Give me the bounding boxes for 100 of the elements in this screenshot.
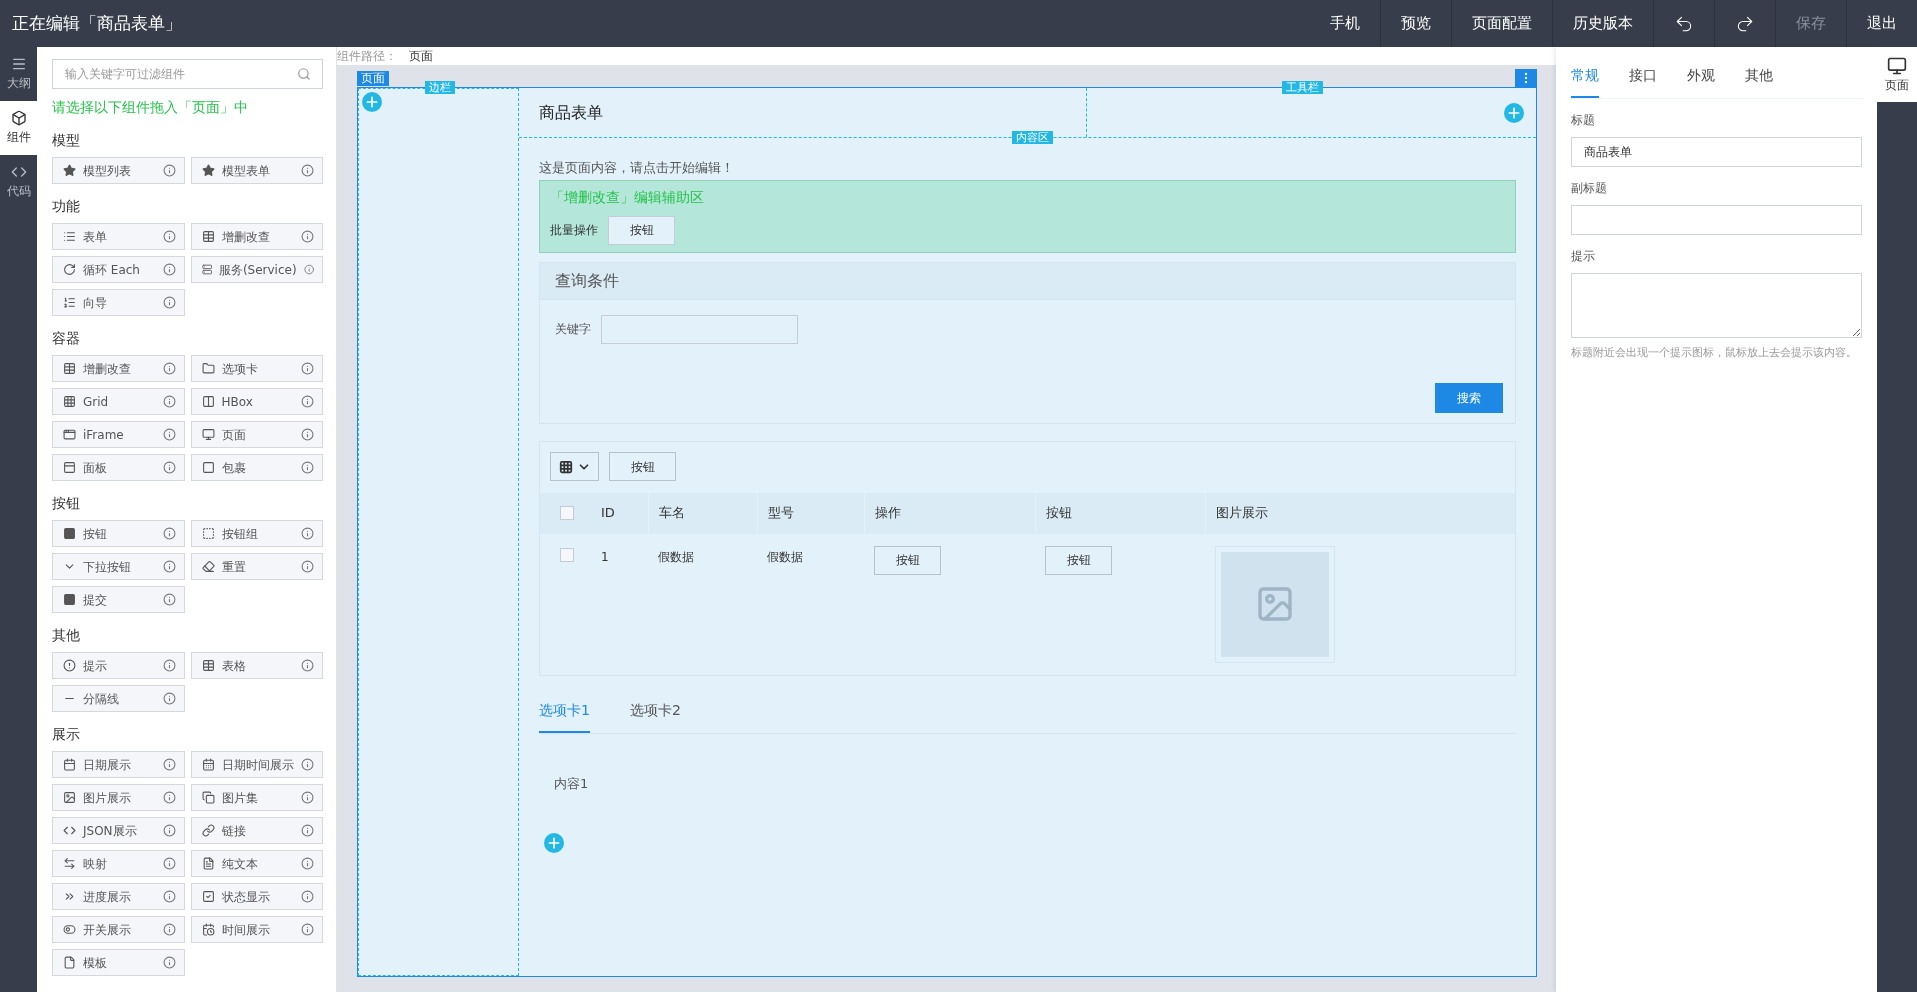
component-item[interactable]: 表单 [52, 223, 185, 250]
component-item[interactable]: 提交 [52, 586, 185, 613]
component-item[interactable]: 页面 [190, 421, 323, 448]
group-title: 模型 [52, 131, 81, 150]
component-item[interactable]: 下拉按钮 [52, 553, 185, 580]
settings-tab[interactable]: 接口 [1629, 65, 1657, 98]
search-button[interactable]: 搜索 [1435, 382, 1503, 413]
info-icon [301, 923, 314, 936]
component-item[interactable]: 分隔线 [52, 685, 185, 712]
table-cell: 假数据 [658, 549, 694, 564]
double-chevron-icon [63, 890, 76, 903]
cube-icon [10, 110, 27, 126]
component-item[interactable]: JSON展示 [52, 817, 185, 844]
component-item[interactable]: 选项卡 [190, 355, 323, 382]
info-icon [301, 758, 314, 771]
region-tag: 内容区 [1012, 131, 1053, 144]
component-item[interactable]: iFrame [52, 421, 185, 448]
component-item[interactable]: 时间展示 [190, 916, 323, 943]
info-icon [301, 395, 314, 408]
component-item[interactable]: HBox [190, 388, 323, 415]
component-item[interactable]: 按钮组 [190, 520, 323, 547]
info-icon [162, 428, 176, 441]
component-item[interactable]: 图片展示 [52, 784, 185, 811]
star-icon [201, 164, 215, 177]
toolbar-button[interactable]: 手机 [1310, 0, 1380, 47]
component-item[interactable]: 链接 [190, 817, 323, 844]
component-item[interactable]: 提示 [52, 652, 185, 679]
component-item[interactable]: 增删改查 [190, 223, 323, 250]
component-item[interactable]: 图片集 [190, 784, 323, 811]
tab[interactable]: 选项卡2 [629, 699, 681, 733]
text-area[interactable] [1571, 273, 1862, 338]
settings-tab[interactable]: 外观 [1687, 65, 1715, 98]
field-label: 关键字 [555, 321, 591, 338]
info-icon [162, 758, 176, 771]
info-icon [162, 296, 176, 309]
row-button[interactable]: 按钮 [1045, 545, 1112, 575]
group-title: 其他 [52, 626, 81, 645]
info-icon [162, 857, 176, 870]
component-item[interactable]: 日期展示 [52, 751, 185, 778]
text-field[interactable] [1571, 205, 1862, 235]
component-item[interactable]: Grid [52, 388, 185, 415]
group-title: 容器 [52, 329, 81, 348]
component-item[interactable]: 日期时间展示 [190, 751, 323, 778]
info-icon [162, 791, 176, 804]
column-toggle-button[interactable] [550, 452, 599, 481]
component-item[interactable]: 按钮 [52, 520, 185, 547]
table-icon [63, 362, 76, 375]
rail-tab[interactable]: 代码 [0, 155, 37, 209]
monitor-icon [201, 428, 215, 441]
image-icon [63, 791, 76, 804]
checkbox[interactable] [560, 506, 574, 520]
info-icon [162, 890, 176, 903]
rail-tab[interactable]: 页面 [1877, 47, 1917, 102]
list-icon [63, 230, 76, 243]
region-tag: 边栏 [425, 81, 455, 94]
component-item[interactable]: 模型表单 [190, 157, 323, 184]
component-item[interactable]: 包裹 [190, 454, 323, 481]
settings-tab[interactable]: 其他 [1745, 65, 1773, 98]
rail-tab[interactable]: 大纲 [0, 47, 37, 101]
info-icon [301, 824, 314, 837]
settings-tab[interactable]: 常规 [1571, 65, 1599, 98]
keyword-field[interactable] [601, 314, 798, 344]
alert-icon [63, 659, 76, 672]
component-item[interactable]: 进度展示 [52, 883, 185, 910]
helper-title: 「增删改查」编辑辅助区 [550, 187, 705, 207]
info-icon [162, 593, 176, 606]
component-item[interactable]: 增删改查 [52, 355, 185, 382]
menu-icon [10, 56, 27, 72]
more-button[interactable] [1515, 69, 1537, 87]
component-item[interactable]: 映射 [52, 850, 185, 877]
component-item[interactable]: 模板 [52, 949, 185, 976]
text-field[interactable]: 商品表单 [1571, 137, 1862, 167]
component-item[interactable]: 循环 Each [52, 256, 185, 283]
square-icon [201, 461, 215, 474]
rail-tab[interactable]: 组件 [0, 101, 37, 155]
info-icon [162, 263, 176, 276]
component-item[interactable]: 模型列表 [52, 157, 185, 184]
file-icon [63, 956, 76, 969]
info-icon [301, 857, 314, 870]
component-item[interactable]: 状态显示 [190, 883, 323, 910]
component-item[interactable]: 向导 [52, 289, 185, 316]
row-button[interactable]: 按钮 [874, 545, 941, 575]
component-item[interactable]: 面板 [52, 454, 185, 481]
drag-hint: 请选择以下组件拖入「页面」中 [52, 98, 249, 117]
server-icon [201, 263, 212, 276]
component-item[interactable]: 重置 [190, 553, 323, 580]
table-icon [201, 659, 215, 672]
search-field[interactable]: 输入关键字可过滤组件 [52, 59, 323, 89]
batch-button[interactable]: 按钮 [608, 215, 675, 245]
toolbar-button[interactable]: 按钮 [609, 452, 676, 481]
component-item[interactable]: 纯文本 [190, 850, 323, 877]
path-item[interactable]: 页面 [409, 47, 433, 65]
code-icon [63, 824, 76, 837]
component-item[interactable]: 表格 [190, 652, 323, 679]
group-title: 按钮 [52, 494, 81, 513]
column-header: 车名 [659, 504, 685, 523]
info-icon [301, 428, 314, 441]
component-item[interactable]: 开关展示 [52, 916, 185, 943]
component-item[interactable]: 服务(Service) [190, 256, 323, 283]
info-icon [162, 560, 176, 573]
